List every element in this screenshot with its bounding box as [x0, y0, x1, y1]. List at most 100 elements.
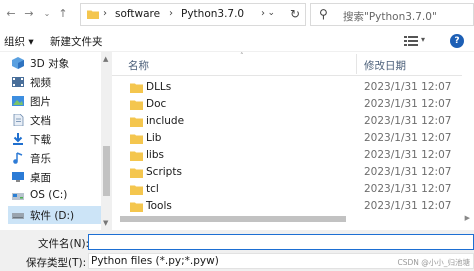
column-header-row: 名称 ˄ 修改日期	[112, 52, 474, 76]
file-date: 2023/1/31 12:07	[364, 132, 452, 144]
nav-item-label: 音乐	[30, 153, 51, 165]
nav-item-label: 3D 对象	[30, 58, 70, 70]
desktop-icon	[12, 172, 24, 182]
folder-icon	[130, 202, 143, 212]
search-icon: ⚲	[319, 7, 328, 21]
folder-icon	[130, 151, 143, 161]
filetype-value: Python files (*.py;*.pyw)	[91, 255, 219, 267]
column-divider[interactable]	[356, 54, 357, 74]
file-name: tcl	[146, 183, 159, 195]
filename-input[interactable]	[88, 234, 474, 250]
file-list: 名称 ˄ 修改日期 DLLs 2023/1/31 12:07 Doc 2023/…	[112, 52, 474, 230]
chevron-down-icon[interactable]: ⌄	[267, 8, 275, 18]
nav-item-documents[interactable]: 文档	[8, 111, 102, 129]
nav-item-music[interactable]: 音乐	[8, 149, 102, 167]
back-arrow-icon[interactable]: ←	[4, 6, 18, 22]
list-item[interactable]: Doc 2023/1/31 12:07	[124, 96, 454, 113]
folder-icon	[130, 185, 143, 195]
breadcrumb-separator: ›	[169, 8, 173, 19]
nav-item-videos[interactable]: 视频	[8, 73, 102, 91]
nav-item-label: 文档	[30, 115, 51, 127]
nav-item-label: 软件 (D:)	[30, 210, 75, 222]
toolbar: 组织 ▾ 新建文件夹 ▾ ?	[0, 30, 474, 52]
scroll-down-icon[interactable]: ▼	[103, 219, 108, 227]
nav-item-os-drive[interactable]: OS (C:)	[8, 187, 102, 205]
3d-objects-icon	[12, 57, 24, 69]
file-name: libs	[146, 149, 164, 161]
list-item[interactable]: tcl 2023/1/31 12:07	[124, 181, 454, 198]
folder-icon	[130, 83, 143, 93]
column-header-name[interactable]: 名称	[128, 58, 149, 73]
music-icon	[13, 152, 23, 164]
save-options-panel: 文件名(N): 保存类型(T): Python files (*.py;*.py…	[0, 230, 474, 271]
file-date: 2023/1/31 12:07	[364, 98, 452, 110]
folder-icon	[130, 117, 143, 127]
nav-item-3d-objects[interactable]: 3D 对象	[8, 54, 102, 72]
folder-icon	[130, 168, 143, 178]
list-item[interactable]: DLLs 2023/1/31 12:07	[124, 79, 454, 96]
nav-item-label: 下载	[30, 134, 51, 146]
pictures-icon	[12, 96, 24, 106]
nav-item-desktop[interactable]: 桌面	[8, 168, 102, 186]
nav-item-software-drive[interactable]: 软件 (D:)	[8, 206, 102, 224]
address-row: ← → ⌄ ↑ › software › Python3.7.0 › ⌄ ↻ ⚲…	[0, 0, 474, 30]
file-name: include	[146, 115, 185, 127]
refresh-icon[interactable]: ↻	[290, 7, 300, 21]
breadcrumb-separator: ›	[261, 8, 265, 19]
help-icon[interactable]: ?	[450, 34, 464, 48]
list-item[interactable]: Lib 2023/1/31 12:07	[124, 130, 454, 147]
filetype-label: 保存类型(T):	[26, 257, 87, 269]
file-name: Lib	[146, 132, 162, 144]
breadcrumb-software[interactable]: software	[115, 8, 160, 20]
downloads-icon	[13, 133, 23, 145]
nav-item-label: 桌面	[30, 172, 51, 184]
nav-item-label: 视频	[30, 77, 51, 89]
file-name: Doc	[146, 98, 167, 110]
nav-item-downloads[interactable]: 下载	[8, 130, 102, 148]
organize-menu[interactable]: 组织 ▾	[4, 34, 34, 49]
nav-scrollbar[interactable]: ▲ ▼	[101, 52, 112, 230]
drive-icon	[12, 193, 24, 200]
view-options-icon[interactable]	[404, 35, 418, 47]
breadcrumb-separator: ›	[103, 8, 107, 19]
folder-icon	[87, 10, 99, 19]
new-folder-button[interactable]: 新建文件夹	[50, 34, 103, 49]
navigation-pane: 3D 对象 视频 图片 文档 下载 音乐 桌面 OS (C:) 软件 (D:)	[0, 52, 112, 230]
folder-icon	[130, 134, 143, 144]
file-name: DLLs	[146, 81, 172, 93]
breadcrumb-python[interactable]: Python3.7.0	[181, 8, 244, 20]
up-arrow-icon[interactable]: ↑	[56, 6, 70, 22]
address-bar[interactable]: › software › Python3.7.0 › ⌄ ↻	[80, 3, 306, 26]
filename-label: 文件名(N):	[38, 238, 90, 250]
file-name: Scripts	[146, 166, 182, 178]
list-item[interactable]: include 2023/1/31 12:07	[124, 113, 454, 130]
horizontal-scrollbar[interactable]: ▶	[112, 212, 474, 226]
recent-locations-chevron-icon[interactable]: ⌄	[40, 6, 54, 22]
drive-icon	[12, 213, 24, 219]
file-date: 2023/1/31 12:07	[364, 115, 452, 127]
list-item[interactable]: libs 2023/1/31 12:07	[124, 147, 454, 164]
list-item[interactable]: Scripts 2023/1/31 12:07	[124, 164, 454, 181]
file-date: 2023/1/31 12:07	[364, 81, 452, 93]
column-header-date[interactable]: 修改日期	[364, 58, 406, 73]
view-dropdown-chevron-icon[interactable]: ▾	[421, 35, 425, 44]
nav-item-label: OS (C:)	[30, 189, 68, 201]
file-date: 2023/1/31 12:07	[364, 149, 452, 161]
scroll-right-icon[interactable]: ▶	[465, 214, 470, 222]
folder-icon	[130, 100, 143, 110]
vertical-scrollbar[interactable]	[462, 52, 474, 212]
scroll-up-icon[interactable]: ▲	[103, 55, 108, 63]
file-name: Tools	[146, 200, 172, 212]
nav-item-label: 图片	[30, 96, 51, 108]
sort-caret-icon: ˄	[240, 52, 244, 60]
nav-item-pictures[interactable]: 图片	[8, 92, 102, 110]
file-date: 2023/1/31 12:07	[364, 200, 452, 212]
watermark-text: CSDN @小小_归池塘	[397, 258, 470, 267]
search-placeholder: 搜索"Python3.7.0"	[343, 11, 437, 23]
forward-arrow-icon[interactable]: →	[22, 6, 36, 22]
scroll-thumb[interactable]	[103, 146, 110, 196]
scroll-thumb[interactable]	[120, 216, 346, 222]
search-box[interactable]: ⚲ 搜索"Python3.7.0"	[310, 3, 474, 26]
file-date: 2023/1/31 12:07	[364, 166, 452, 178]
documents-icon	[13, 114, 24, 126]
